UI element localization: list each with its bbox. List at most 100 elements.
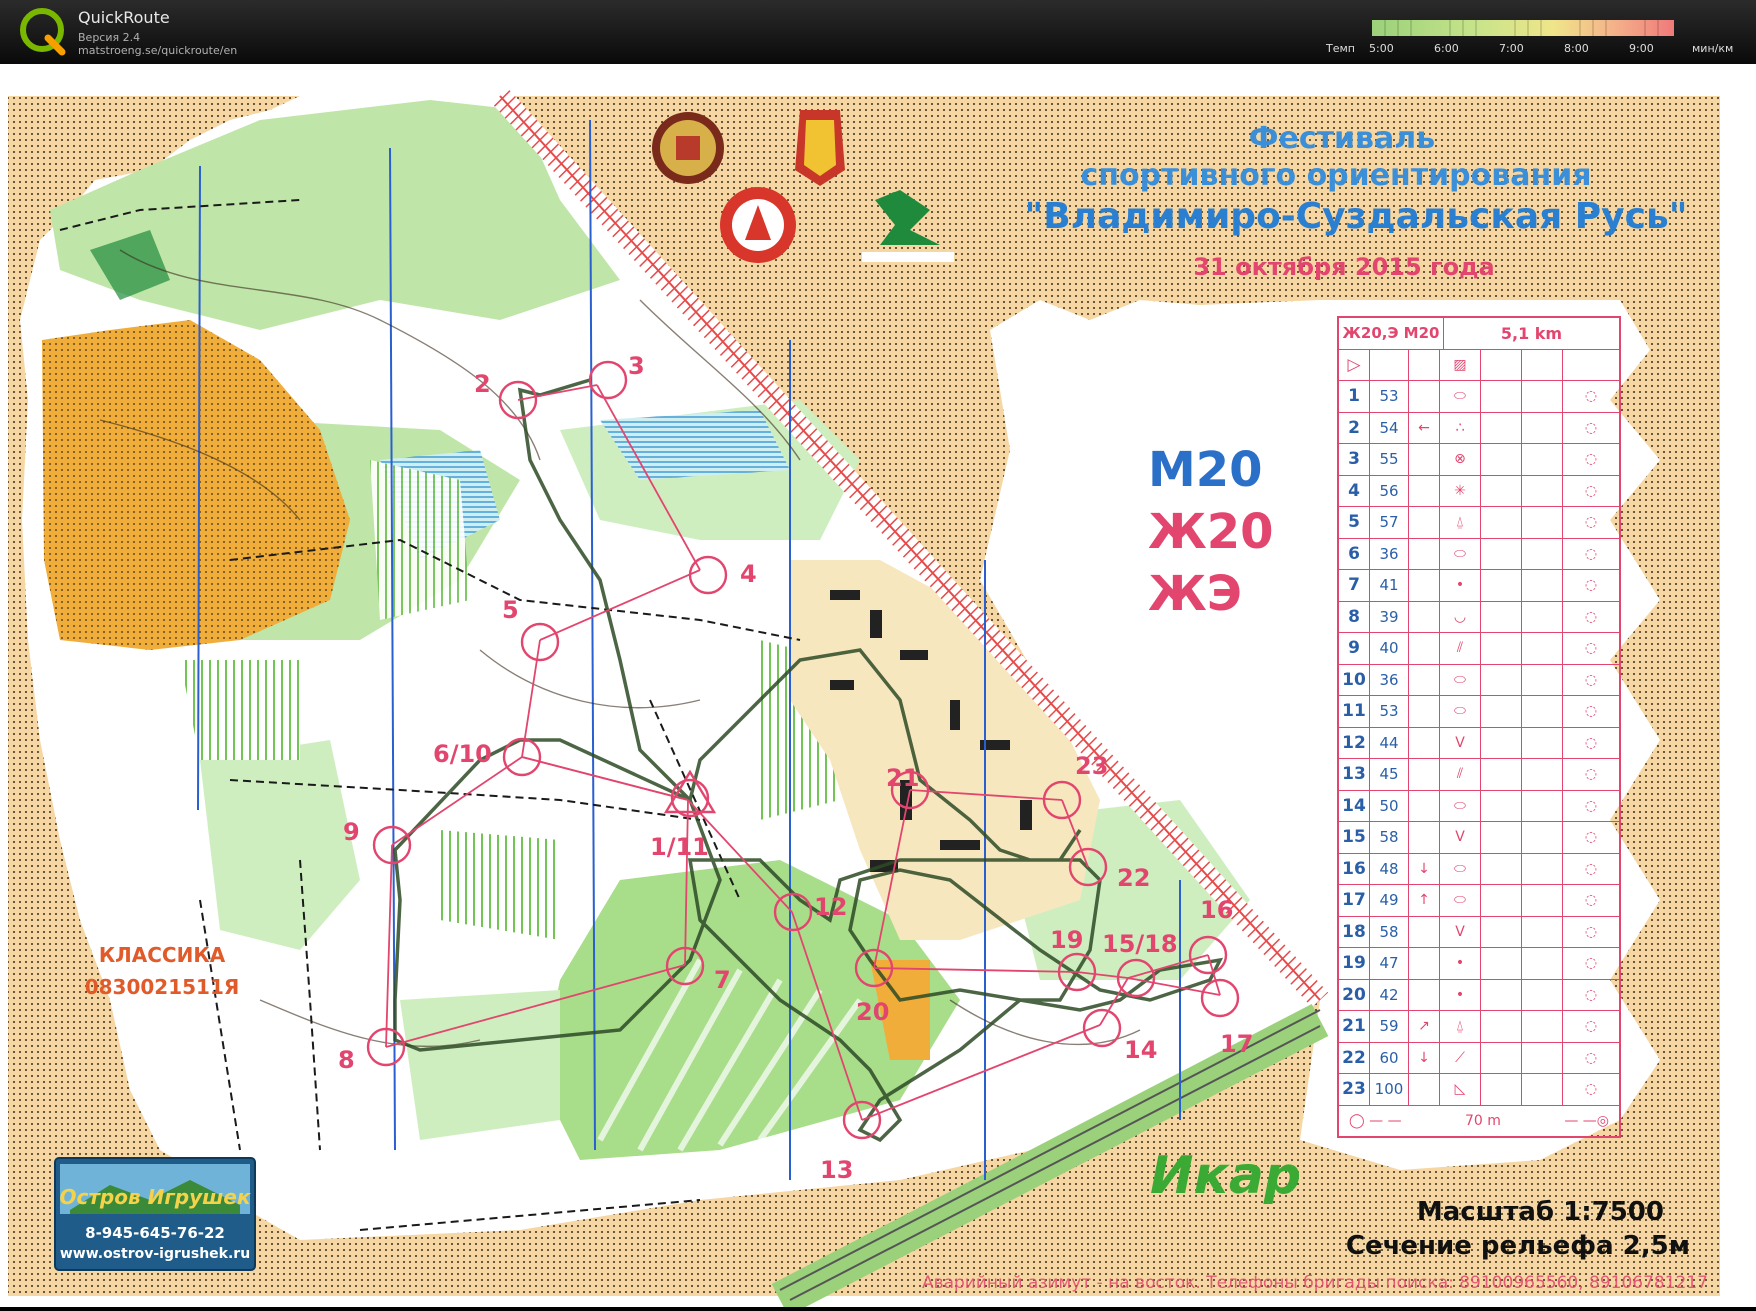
control-column-f <box>1522 412 1563 443</box>
control-location-icon: ◌ <box>1584 892 1598 909</box>
control-feature-symbol: • <box>1440 979 1481 1010</box>
app-url[interactable]: matstroeng.se/quickroute/en <box>78 44 237 57</box>
control-feature-symbol: ⬭ <box>1440 790 1481 821</box>
control-label-21: 21 <box>886 764 919 792</box>
control-column-f <box>1522 1042 1563 1073</box>
control-direction <box>1409 790 1440 821</box>
description-row: 22 60 ↓ ⟋ ◌ <box>1339 1042 1619 1074</box>
control-number: 22 <box>1339 1042 1370 1073</box>
sponsor-card: Остров Игрушек 8-945-645-76-22 www.ostro… <box>54 1157 256 1271</box>
control-column-f <box>1522 507 1563 538</box>
control-column-e <box>1481 853 1522 884</box>
description-finish-row: ◯ — — 70 m — —◎ <box>1339 1106 1619 1137</box>
control-feature-symbol: ⍙ <box>1440 1011 1481 1042</box>
control-column-e <box>1481 727 1522 758</box>
description-row: 20 42 • ◌ <box>1339 979 1619 1011</box>
control-feature-symbol: ⬭ <box>1440 538 1481 569</box>
control-label-2: 2 <box>474 370 491 398</box>
control-column-e <box>1481 412 1522 443</box>
control-column-f <box>1522 664 1563 695</box>
control-code: 60 <box>1370 1042 1409 1073</box>
control-number: 20 <box>1339 979 1370 1010</box>
control-column-f <box>1522 444 1563 475</box>
control-label-3: 3 <box>628 352 645 380</box>
control-column-e <box>1481 822 1522 853</box>
control-feature-symbol: ⬭ <box>1440 664 1481 695</box>
control-code: 58 <box>1370 916 1409 947</box>
control-column-f <box>1522 381 1563 412</box>
control-column-f <box>1522 885 1563 916</box>
control-feature-symbol: • <box>1440 570 1481 601</box>
control-location-icon: ◌ <box>1584 419 1598 436</box>
control-label-8: 8 <box>338 1046 355 1074</box>
control-direction <box>1409 948 1440 979</box>
control-description-sheet: Ж20,Э М20 5,1 km ▷ ▨ 1 53 ⬭ ◌ 2 54 ← ∴ ◌ 3 55 ⊗ ◌ 4 56… <box>1337 316 1621 1138</box>
control-code: 39 <box>1370 601 1409 632</box>
control-label-4: 4 <box>740 560 757 588</box>
control-code: 54 <box>1370 412 1409 443</box>
control-direction: ↗ <box>1409 1011 1440 1042</box>
control-label-17: 17 <box>1220 1030 1253 1058</box>
control-direction <box>1409 822 1440 853</box>
control-direction <box>1409 696 1440 727</box>
start-triangle-icon: ▷ <box>1339 349 1370 380</box>
control-column-f <box>1522 822 1563 853</box>
description-row: 3 55 ⊗ ◌ <box>1339 444 1619 476</box>
control-label-22: 22 <box>1117 864 1150 892</box>
class-m20: М20 <box>1148 442 1263 498</box>
control-direction <box>1409 633 1440 664</box>
control-code: 53 <box>1370 381 1409 412</box>
map-canvas[interactable]: 2 3 4 5 6/10 9 1/11 12 7 8 13 20 21 23 2… <box>0 64 1756 1311</box>
control-code: 56 <box>1370 475 1409 506</box>
control-number: 14 <box>1339 790 1370 821</box>
control-code: 50 <box>1370 790 1409 821</box>
description-row: 14 50 ⬭ ◌ <box>1339 790 1619 822</box>
contour-interval: Сечение рельефа 2,5м <box>1346 1231 1690 1261</box>
control-code: 59 <box>1370 1011 1409 1042</box>
control-location-icon: ◌ <box>1584 923 1598 940</box>
control-column-e <box>1481 444 1522 475</box>
control-code: 36 <box>1370 538 1409 569</box>
control-number: 4 <box>1339 475 1370 506</box>
control-column-e <box>1481 759 1522 790</box>
control-location-icon: ◌ <box>1584 986 1598 1003</box>
event-title-2: спортивного ориентирования <box>1081 158 1592 193</box>
description-row: 19 47 • ◌ <box>1339 948 1619 980</box>
pace-color-scale <box>1372 20 1674 36</box>
control-number: 5 <box>1339 507 1370 538</box>
class-zh20: Ж20 <box>1148 504 1274 560</box>
control-code: 40 <box>1370 633 1409 664</box>
control-column-e <box>1481 664 1522 695</box>
pace-tick-2: 6:00 <box>1434 42 1459 55</box>
control-feature-symbol: • <box>1440 948 1481 979</box>
description-row: 9 40 ⫽ ◌ <box>1339 633 1619 665</box>
control-column-e <box>1481 948 1522 979</box>
sponsor-phone: 8-945-645-76-22 <box>85 1224 225 1242</box>
control-label-14: 14 <box>1124 1036 1157 1064</box>
control-location-icon: ◌ <box>1584 1049 1598 1066</box>
control-feature-symbol: ⫽ <box>1440 633 1481 664</box>
control-location-icon: ◌ <box>1584 451 1598 468</box>
control-column-f <box>1522 570 1563 601</box>
control-location-icon: ◌ <box>1584 482 1598 499</box>
sponsor-site: www.ostrov-igrushek.ru <box>60 1246 250 1262</box>
class-zhe: ЖЭ <box>1148 566 1242 622</box>
description-row: 23 100 ◺ ◌ <box>1339 1074 1619 1106</box>
control-number: 8 <box>1339 601 1370 632</box>
control-number: 13 <box>1339 759 1370 790</box>
control-code: 41 <box>1370 570 1409 601</box>
description-row: 18 58 V ◌ <box>1339 916 1619 948</box>
control-feature-symbol: ✳ <box>1440 475 1481 506</box>
control-number: 17 <box>1339 885 1370 916</box>
control-direction <box>1409 727 1440 758</box>
control-code: 45 <box>1370 759 1409 790</box>
stamp-line-1: КЛАССИКА <box>99 943 226 967</box>
control-number: 23 <box>1339 1074 1370 1105</box>
control-direction <box>1409 916 1440 947</box>
control-location-icon: ◌ <box>1584 640 1598 657</box>
control-location-icon: ◌ <box>1584 1018 1598 1035</box>
control-column-e <box>1481 381 1522 412</box>
control-column-e <box>1481 633 1522 664</box>
description-header: Ж20,Э М20 5,1 km <box>1339 318 1619 350</box>
finish-distance: 70 m <box>1465 1112 1501 1129</box>
